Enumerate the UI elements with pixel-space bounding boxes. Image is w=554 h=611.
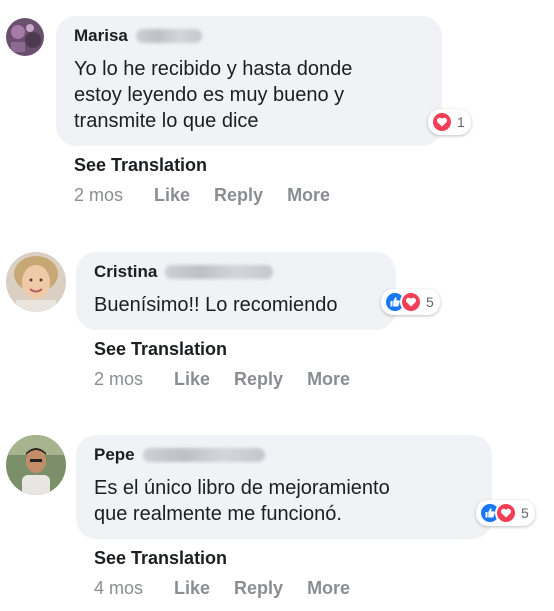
reaction-count: 1 [457,114,465,130]
more-button[interactable]: More [287,185,330,206]
like-button[interactable]: Like [174,578,210,599]
reply-button[interactable]: Reply [214,185,263,206]
blurred-surname [165,265,274,279]
comment-1: Marisa Yo lo he recibido y hasta donde e… [0,0,554,210]
comment-actions: 2 mos Like Reply More [74,185,354,206]
comment-bubble: Pepe Es el único libro de mejoramiento q… [76,435,492,539]
comment-timestamp[interactable]: 2 mos [74,185,154,206]
see-translation-link[interactable]: See Translation [74,155,207,176]
comment-bubble: Marisa Yo lo he recibido y hasta donde e… [56,16,442,146]
comment-text: Buenísimo!! Lo recomiendo [94,294,338,316]
blurred-surname [142,448,265,462]
comment-timestamp[interactable]: 2 mos [94,369,174,390]
commenter-name[interactable]: Marisa [74,26,128,46]
commenter-name[interactable]: Pepe [94,445,135,465]
avatar[interactable] [6,435,66,495]
reply-button[interactable]: Reply [234,369,283,390]
comment-bubble: Cristina Buenísimo!! Lo recomiendo [76,252,396,330]
comment-2: Cristina Buenísimo!! Lo recomiendo 5 See… [0,240,554,410]
reaction-count: 5 [521,505,529,521]
avatar[interactable] [6,252,66,312]
comment-actions: 4 mos Like Reply More [94,578,374,599]
reaction-count: 5 [426,294,434,310]
see-translation-link[interactable]: See Translation [94,548,227,569]
reaction-summary[interactable]: 5 [476,500,535,526]
avatar[interactable] [6,18,44,56]
see-translation-link[interactable]: See Translation [94,339,227,360]
more-button[interactable]: More [307,578,350,599]
like-button[interactable]: Like [174,369,210,390]
comment-actions: 2 mos Like Reply More [94,369,374,390]
reaction-summary[interactable]: 1 [428,109,471,135]
love-reaction-icon [495,502,517,524]
comment-timestamp[interactable]: 4 mos [94,578,174,599]
love-reaction-icon [400,291,422,313]
comment-3: Pepe Es el único libro de mejoramiento q… [0,425,554,611]
commenter-name[interactable]: Cristina [94,262,157,282]
love-reaction-icon [431,111,453,133]
reaction-summary[interactable]: 5 [381,289,440,315]
reply-button[interactable]: Reply [234,578,283,599]
comment-text: Es el único libro de mejoramiento que re… [94,477,390,525]
blurred-surname [135,29,202,43]
more-button[interactable]: More [307,369,350,390]
comment-text: Yo lo he recibido y hasta donde estoy le… [74,58,353,132]
like-button[interactable]: Like [154,185,190,206]
